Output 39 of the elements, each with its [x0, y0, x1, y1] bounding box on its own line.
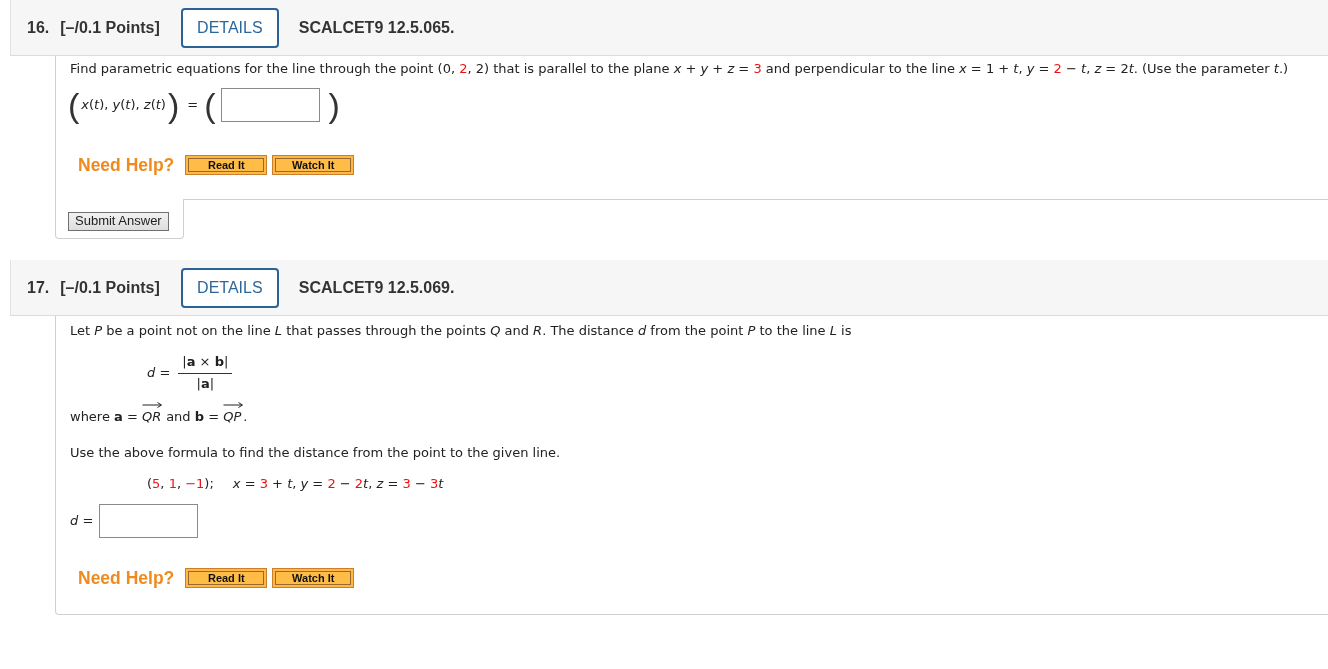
parenthesis: (: [204, 85, 216, 125]
question-text: Use the above formula to find the distance from the point to the given line.: [70, 444, 562, 462]
help-button[interactable]: Read It: [185, 568, 268, 588]
points-label: [–/0.1 Points]: [60, 18, 160, 37]
question-text: Let P be a point not on the line L that passes through the points Q and R. The distance d from the point P to the line L is: [70, 322, 853, 340]
math-expression: x = 3 + t, y = 2 − 2t, z = 3 − 3t: [232, 475, 444, 493]
parenthesis: (: [68, 85, 80, 125]
parenthesis: ): [328, 85, 340, 125]
definition-text: .: [243, 408, 248, 426]
help-button[interactable]: Watch It: [272, 155, 355, 175]
help-button[interactable]: Watch It: [272, 568, 355, 588]
problem-code: SCALCET9 12.5.069.: [298, 278, 455, 297]
details-button[interactable]: DETAILS: [180, 267, 279, 308]
math-expression: x(t), y(t), z(t): [81, 96, 166, 114]
points-label: [–/0.1 Points]: [60, 278, 160, 297]
fraction-numerator: |a × b|: [181, 353, 230, 371]
help-label: Need Help?: [78, 156, 175, 174]
definition-text: and b =: [165, 408, 221, 426]
submit-button[interactable]: Submit Answer: [68, 211, 169, 231]
parenthesis: ): [167, 85, 180, 125]
math-expression: d =: [70, 512, 94, 530]
answer-field[interactable]: [221, 88, 321, 122]
math-expression: d =: [147, 364, 171, 382]
help-label: Need Help?: [78, 569, 175, 587]
arrow-icon: [142, 402, 162, 408]
help-button[interactable]: Read It: [185, 155, 268, 175]
definition-text: where a =: [70, 408, 139, 426]
fraction-denominator: |a|: [196, 375, 215, 393]
question-number: 17.: [27, 278, 50, 297]
problem-code: SCALCET9 12.5.065.: [298, 18, 455, 37]
equals-sign: =: [187, 96, 199, 114]
answer-field[interactable]: [99, 504, 199, 538]
details-button[interactable]: DETAILS: [180, 7, 279, 48]
vector-label: QP: [223, 408, 243, 426]
vector-label: QR: [142, 408, 162, 426]
question-number: 16.: [27, 18, 50, 37]
arrow-icon: [223, 402, 244, 408]
math-expression: (5, 1, −1);: [147, 475, 214, 493]
question-text: Find parametric equations for the line through the point (0, 2, 2) that is parallel to the plane x + y + z = 3 and perpendicular to the line x = 1 + t, y = 2 − t, z = 2t. (Use the parameter t.): [70, 60, 1290, 78]
